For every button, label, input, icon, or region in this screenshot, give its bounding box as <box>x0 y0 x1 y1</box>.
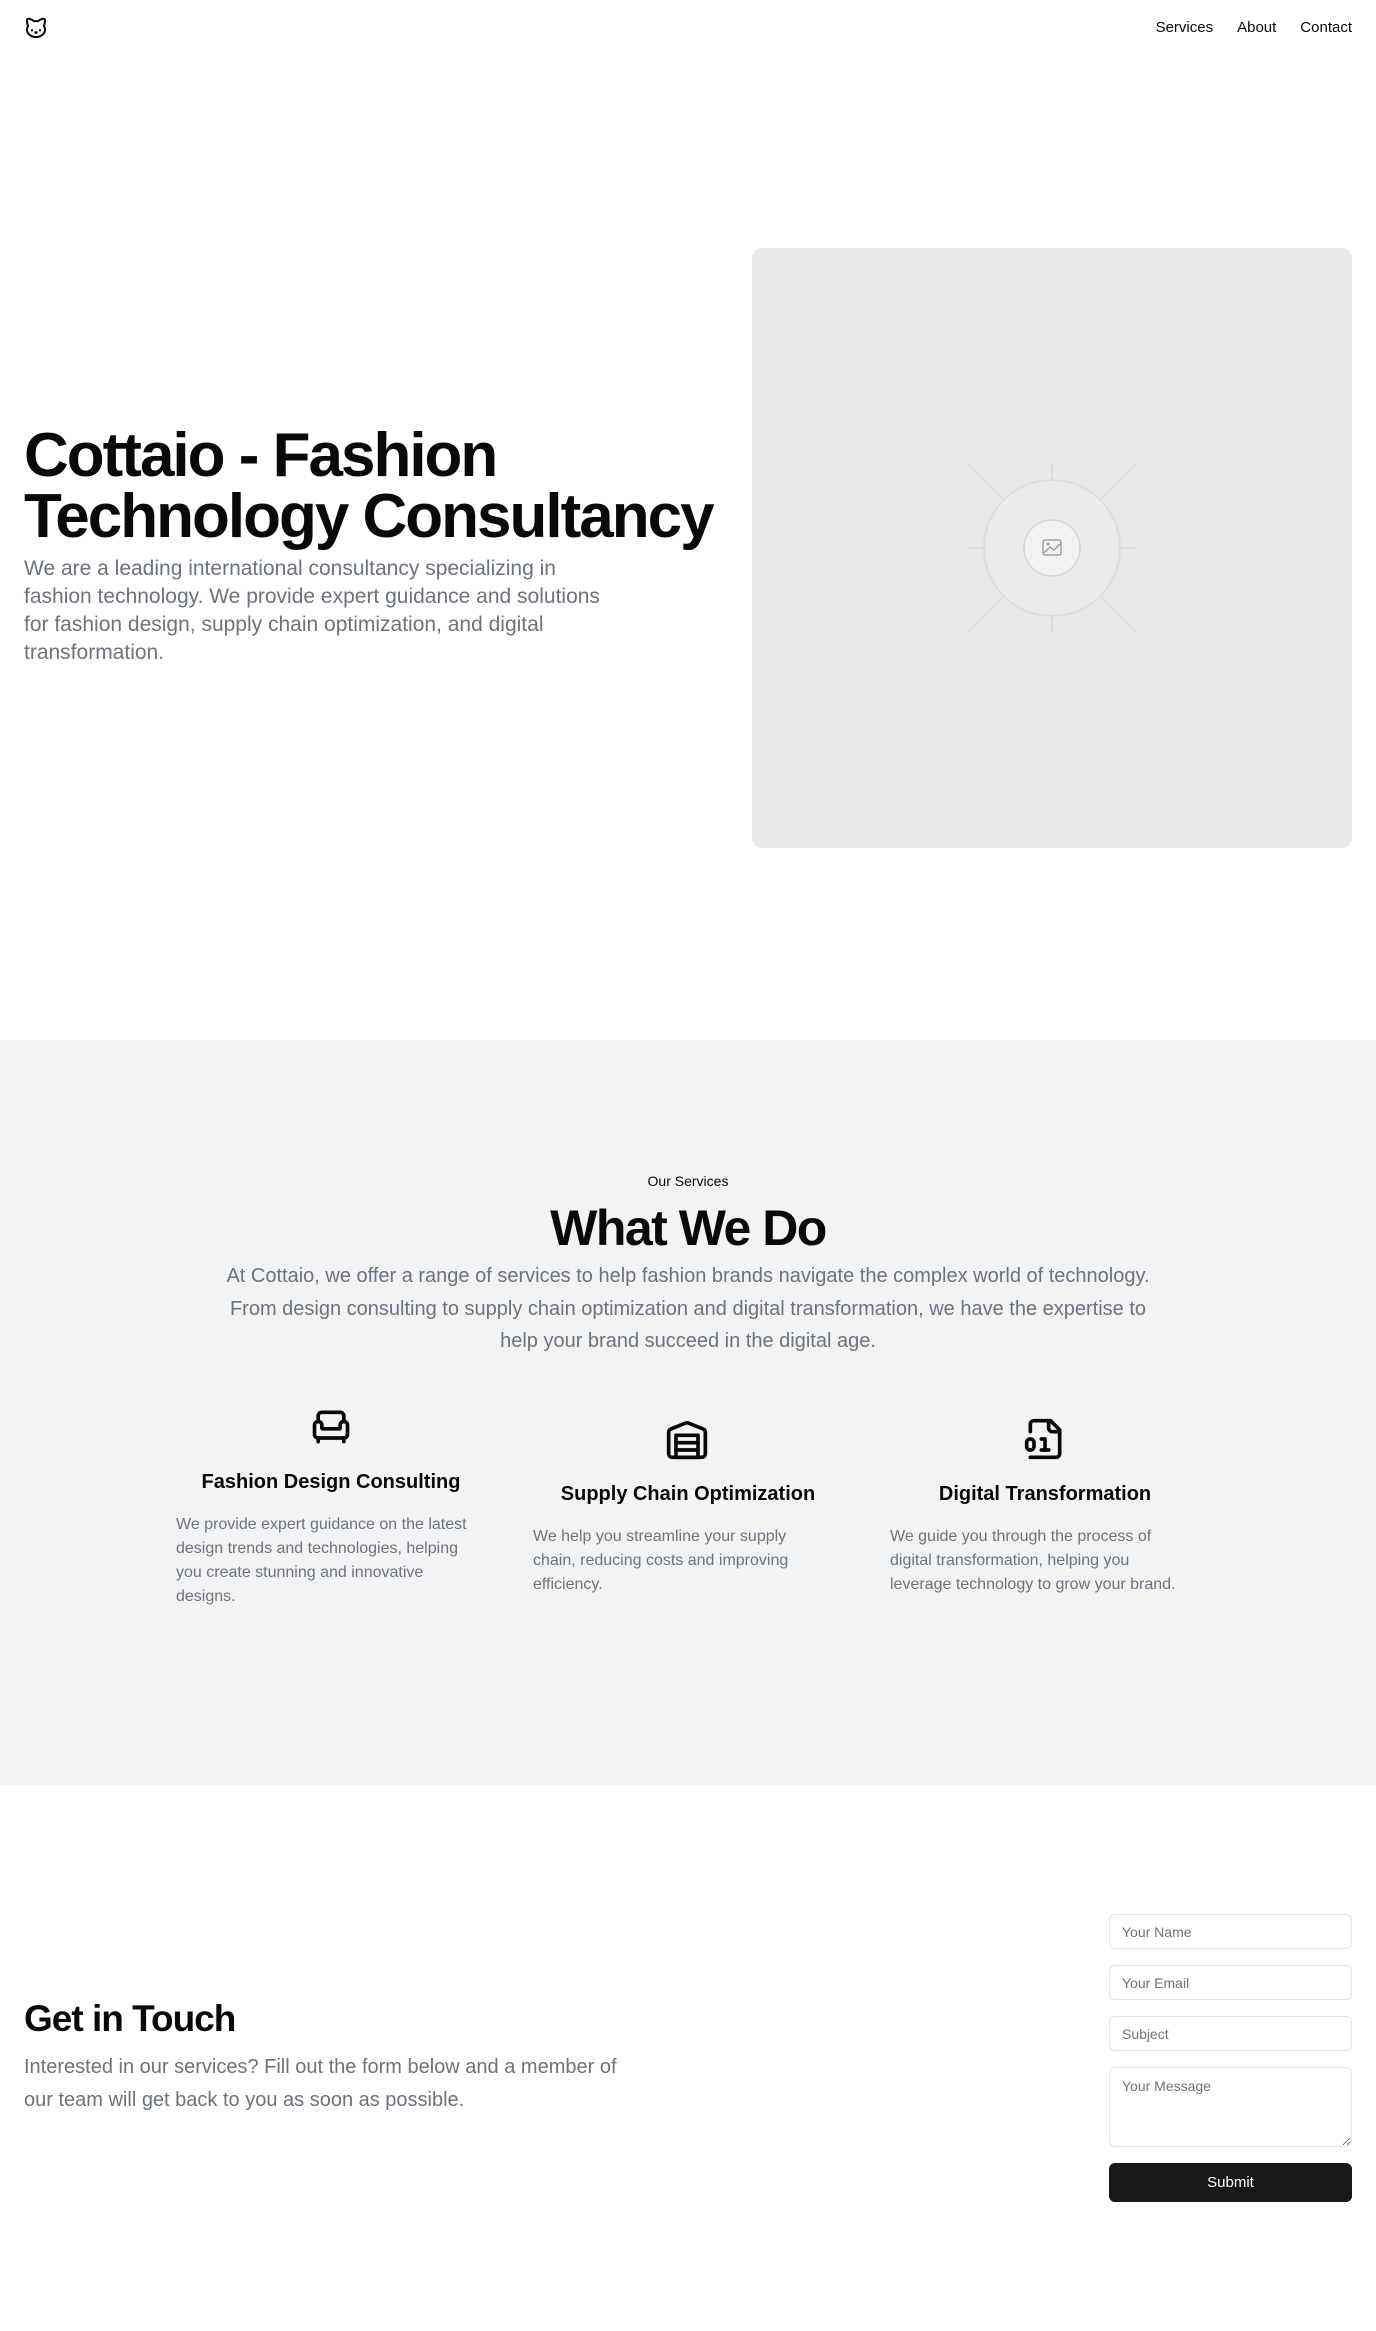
nav-link-services[interactable]: Services <box>1156 18 1214 38</box>
image-placeholder-icon <box>966 462 1138 634</box>
contact-subtitle: Interested in our services? Fill out the… <box>24 2056 617 2111</box>
service-card-title: Supply Chain Optimization <box>560 1483 816 1505</box>
services-eyebrow: Our Services <box>647 1173 729 1189</box>
contact-title: Get in Touch <box>24 1998 236 2039</box>
services-description: At Cottaio, we offer a range of services… <box>226 1265 1150 1352</box>
hero-title-line-1: Cottaio - Fashion <box>24 421 498 490</box>
hero-subtitle: We are a leading international consultan… <box>24 557 600 664</box>
service-card-title: Digital Transformation <box>938 1483 1152 1505</box>
hero-image-placeholder <box>752 248 1352 848</box>
email-field[interactable] <box>1109 1965 1352 2000</box>
binary-file-icon <box>1023 1417 1067 1461</box>
service-card-supply-chain: Supply Chain Optimization We help you st… <box>533 1417 843 1617</box>
services-title: What We Do <box>550 1200 827 1256</box>
service-card-text: We guide you through the process of digi… <box>890 1528 1176 1593</box>
subject-field[interactable] <box>1109 2016 1352 2051</box>
service-card-design: Fashion Design Consulting We provide exp… <box>176 1405 486 1625</box>
service-card-text: We provide expert guidance on the latest… <box>176 1516 467 1605</box>
service-card-title: Fashion Design Consulting <box>201 1471 461 1493</box>
service-card-digital: Digital Transformation We guide you thro… <box>890 1417 1200 1617</box>
services-section: Our Services What We Do At Cottaio, we o… <box>0 1040 1376 1785</box>
main-nav: Services About Contact <box>1156 18 1352 38</box>
message-field[interactable] <box>1109 2067 1352 2147</box>
armchair-icon <box>309 1405 353 1449</box>
nav-link-contact[interactable]: Contact <box>1300 18 1352 38</box>
nav-link-about[interactable]: About <box>1237 18 1276 38</box>
name-field[interactable] <box>1109 1914 1352 1949</box>
warehouse-icon <box>665 1417 709 1461</box>
service-card-text: We help you streamline your supply chain… <box>533 1528 789 1593</box>
cat-logo-icon[interactable] <box>24 16 48 40</box>
hero-title: Cottaio - Fashion Technology Consultancy <box>24 425 724 548</box>
submit-button[interactable]: Submit <box>1109 2163 1352 2202</box>
hero-title-line-2: Technology Consultancy <box>24 482 715 551</box>
site-header: Services About Contact <box>0 0 1376 56</box>
